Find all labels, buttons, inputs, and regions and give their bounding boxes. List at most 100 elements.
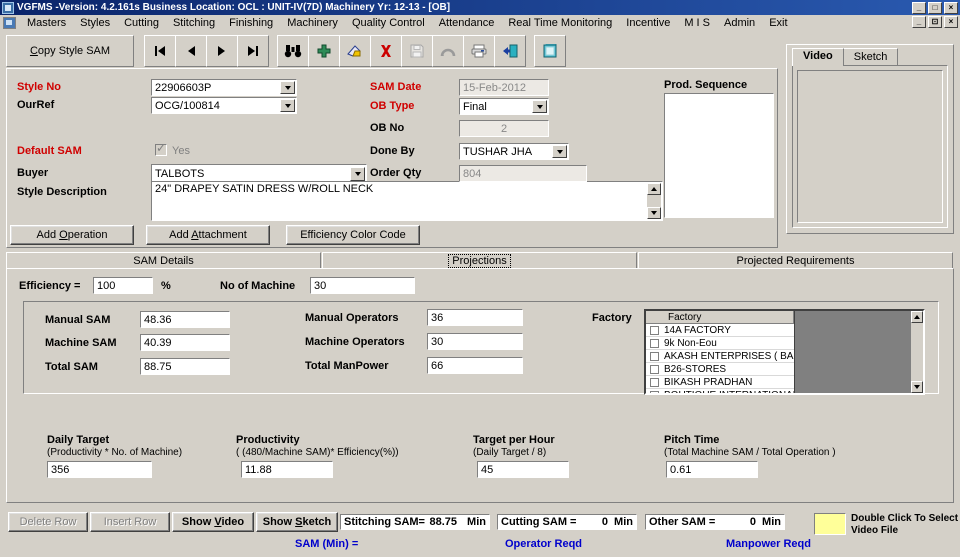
done-by-value: TUSHAR JHA — [463, 146, 533, 158]
print-button[interactable] — [463, 35, 495, 67]
scroll-down-icon[interactable] — [647, 207, 661, 219]
factory-list-scrollbar[interactable] — [910, 311, 923, 393]
menu-item-admin[interactable]: Admin — [717, 16, 762, 30]
efficiency-input[interactable]: 100 — [93, 277, 153, 294]
chevron-down-icon[interactable] — [532, 100, 547, 113]
style-description-scrollbar[interactable] — [647, 183, 661, 219]
menu-item-machinery[interactable]: Machinery — [280, 16, 345, 30]
previous-record-icon — [183, 43, 199, 59]
media-canvas[interactable] — [797, 70, 943, 223]
copy-style-sam-button[interactable]: Copy Style SAM — [6, 35, 134, 67]
machine-operators-input[interactable]: 30 — [427, 333, 523, 350]
show-sketch-button[interactable]: Show Sketch — [256, 512, 338, 532]
efficiency-label: Efficiency = — [19, 280, 81, 292]
menu-item-attendance[interactable]: Attendance — [432, 16, 502, 30]
mdi-child-controls: _ ⊡ × — [912, 16, 958, 28]
manual-sam-input[interactable]: 48.36 — [140, 311, 230, 328]
ob-no-value: 2 — [500, 123, 508, 135]
add-attachment-button[interactable]: Add Attachment — [146, 225, 270, 245]
machine-sam-input[interactable]: 40.39 — [140, 334, 230, 351]
total-sam-input[interactable]: 88.75 — [140, 358, 230, 375]
add-button[interactable] — [308, 35, 340, 67]
save-button[interactable] — [401, 35, 433, 67]
table-row[interactable]: 14A FACTORY — [646, 324, 794, 337]
tab-projections[interactable]: Projections — [322, 252, 637, 269]
tab-sam-details[interactable]: SAM Details — [6, 252, 321, 269]
table-row[interactable]: B26-STORES — [646, 363, 794, 376]
our-ref-field[interactable]: OCG/100814 — [151, 97, 297, 114]
tab-sketch[interactable]: Sketch — [842, 48, 899, 66]
first-record-button[interactable] — [144, 35, 176, 67]
add-operation-button[interactable]: Add Operation — [10, 225, 134, 245]
find-button[interactable] — [277, 35, 309, 67]
pitch-time-input[interactable]: 0.61 — [666, 461, 758, 478]
table-row[interactable]: 9k Non-Eou — [646, 337, 794, 350]
efficiency-color-code-button[interactable]: Efficiency Color Code — [286, 225, 420, 245]
table-row[interactable]: BIKASH PRADHAN — [646, 376, 794, 389]
chevron-down-icon[interactable] — [350, 167, 365, 181]
edit-button[interactable] — [339, 35, 371, 67]
menu-item-cutting[interactable]: Cutting — [117, 16, 166, 30]
insert-row-button[interactable]: Insert Row — [90, 512, 170, 532]
done-by-field[interactable]: TUSHAR JHA — [459, 143, 569, 160]
exit-button[interactable] — [494, 35, 526, 67]
default-sam-checkbox[interactable] — [155, 141, 167, 156]
chevron-down-icon[interactable] — [552, 145, 567, 158]
menu-item-finishing[interactable]: Finishing — [222, 16, 280, 30]
menu-item-incentive[interactable]: Incentive — [619, 16, 677, 30]
mdi-restore-button[interactable]: ⊡ — [928, 16, 942, 28]
chevron-down-icon[interactable] — [280, 99, 295, 112]
undo-button[interactable] — [432, 35, 464, 67]
delete-row-button[interactable]: Delete Row — [8, 512, 88, 532]
daily-target-input[interactable]: 356 — [47, 461, 152, 478]
menu-item-exit[interactable]: Exit — [762, 16, 794, 30]
machine-operators-value: 30 — [431, 336, 444, 348]
maximize-button[interactable]: □ — [928, 1, 942, 14]
table-row[interactable]: AKASH ENTERPRISES ( BALRA. — [646, 350, 794, 363]
menu-item-quality-control[interactable]: Quality Control — [345, 16, 432, 30]
previous-record-button[interactable] — [175, 35, 207, 67]
next-record-button[interactable] — [206, 35, 238, 67]
ob-type-field[interactable]: Final — [459, 98, 549, 115]
menu-item-styles[interactable]: Styles — [73, 16, 117, 30]
target-per-hour-input[interactable]: 45 — [477, 461, 569, 478]
tab-video[interactable]: Video — [792, 48, 844, 66]
no-of-machine-input[interactable]: 30 — [310, 277, 415, 294]
style-description-field[interactable]: 24" DRAPEY SATIN DRESS W/ROLL NECK — [151, 181, 663, 221]
last-record-button[interactable] — [237, 35, 269, 67]
row-checkbox[interactable] — [650, 377, 659, 387]
row-checkbox[interactable] — [650, 351, 659, 361]
total-manpower-input[interactable]: 66 — [427, 357, 523, 374]
system-menu-icon[interactable] — [3, 16, 16, 29]
minimize-button[interactable]: _ — [912, 1, 926, 14]
delete-button[interactable] — [370, 35, 402, 67]
row-checkbox[interactable] — [650, 364, 659, 374]
menu-item-masters[interactable]: Masters — [20, 16, 73, 30]
prod-sequence-listbox[interactable] — [664, 93, 774, 218]
close-button[interactable]: × — [944, 1, 958, 14]
factory-listbox[interactable]: Factory 14A FACTORY 9k Non-Eou AKASH ENT… — [644, 309, 925, 395]
chevron-down-icon[interactable] — [280, 81, 295, 94]
row-checkbox[interactable] — [650, 338, 659, 348]
scroll-up-icon[interactable] — [647, 183, 661, 195]
menu-item-real-time-monitoring[interactable]: Real Time Monitoring — [501, 16, 619, 30]
show-video-button[interactable]: Show Video — [172, 512, 254, 532]
scroll-up-icon[interactable] — [911, 311, 923, 323]
productivity-input[interactable]: 11.88 — [241, 461, 333, 478]
manual-operators-input[interactable]: 36 — [427, 309, 523, 326]
notes-button[interactable] — [534, 35, 566, 67]
scroll-down-icon[interactable] — [911, 381, 923, 393]
row-checkbox[interactable] — [650, 390, 659, 393]
video-file-color-swatch[interactable] — [814, 513, 846, 535]
mdi-close-button[interactable]: × — [944, 16, 958, 28]
mdi-minimize-button[interactable]: _ — [912, 16, 926, 28]
factory-column-header-label: Factory — [668, 311, 702, 323]
row-checkbox[interactable] — [650, 325, 659, 335]
menu-item-stitching[interactable]: Stitching — [166, 16, 222, 30]
style-no-field[interactable]: 22906603P — [151, 79, 297, 96]
menu-item-mis[interactable]: M I S — [677, 16, 717, 30]
media-viewport[interactable] — [792, 65, 948, 228]
tab-projected-requirements[interactable]: Projected Requirements — [638, 252, 953, 269]
cutting-sam-label: Cutting SAM = — [501, 516, 577, 528]
table-row[interactable]: BOUTIQUE INTERNATIONAL — [646, 389, 794, 393]
